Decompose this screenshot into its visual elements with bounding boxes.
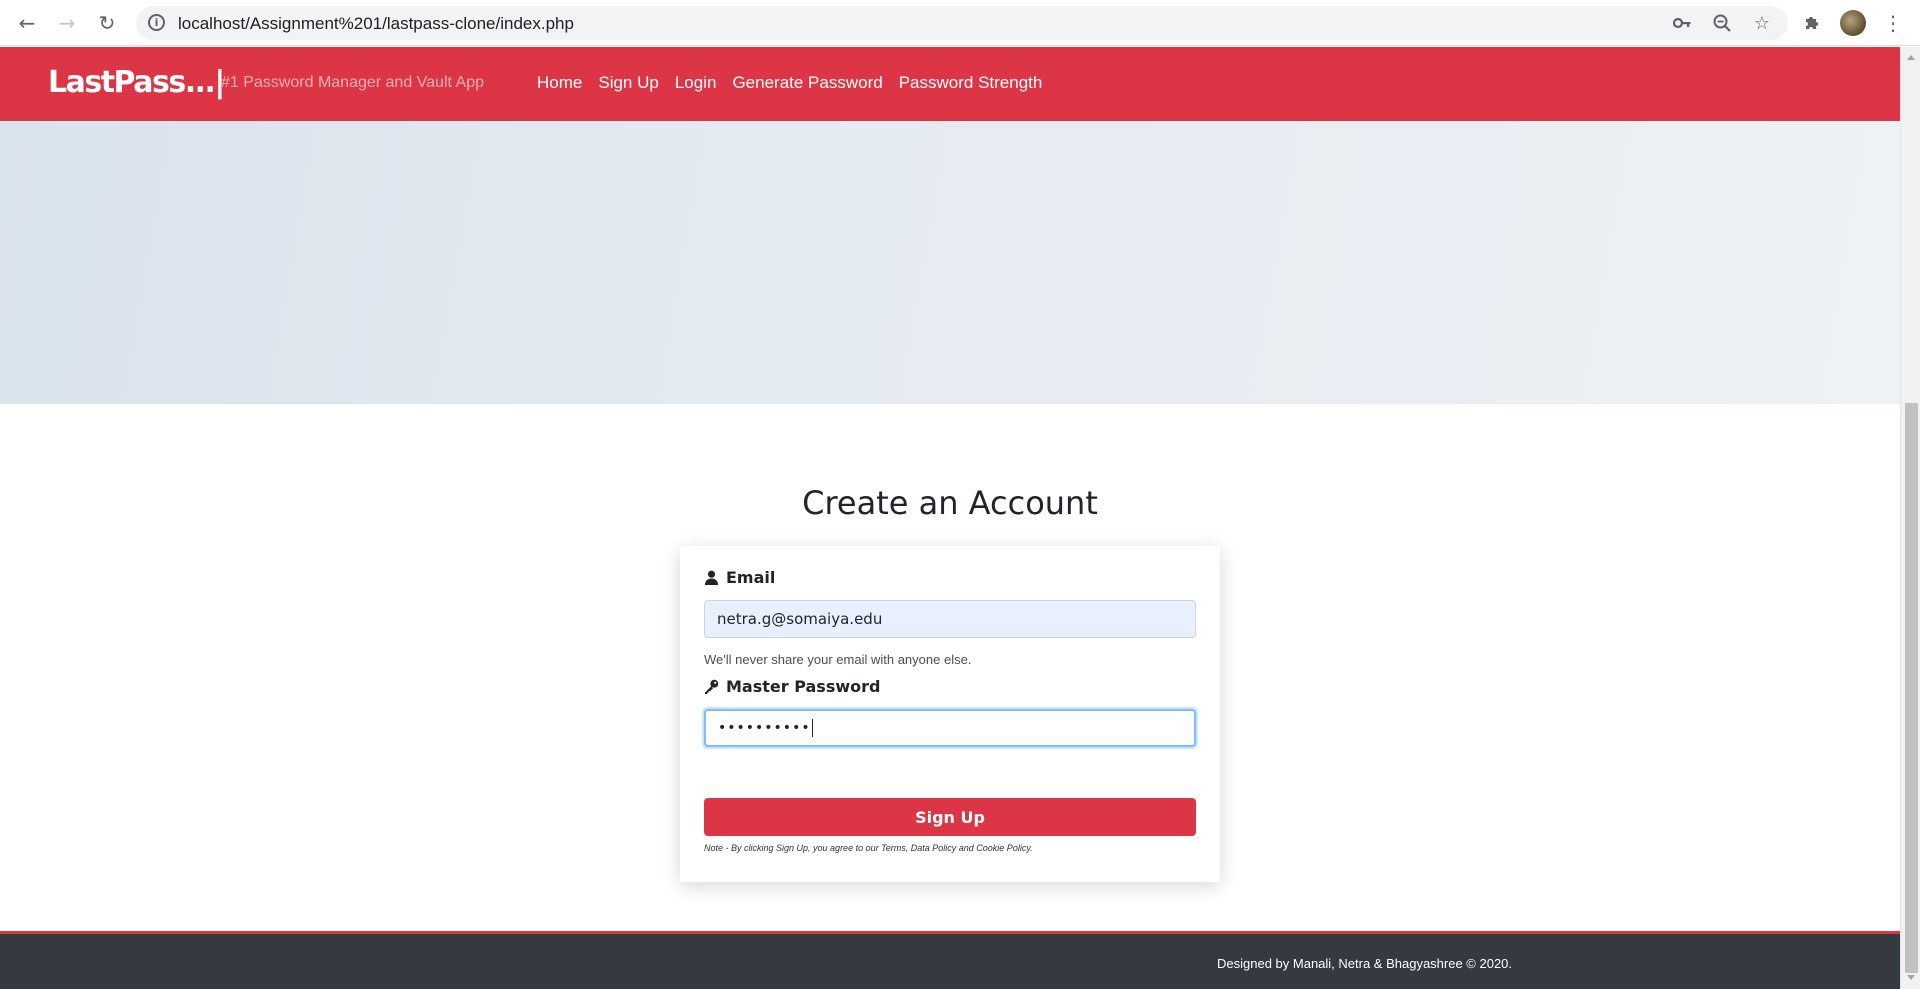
footer: Designed by Manali, Netra & Bhagyashree … [0, 931, 1900, 989]
kebab-menu-icon[interactable]: ⋮ [1880, 10, 1906, 36]
key-icon [704, 679, 719, 694]
footer-credits: Designed by Manali, Netra & Bhagyashree … [1217, 956, 1513, 971]
email-label: Email [726, 568, 776, 587]
nav-link-home[interactable]: Home [537, 73, 582, 93]
user-icon [704, 570, 719, 585]
page-viewport: LastPass...| #1 Password Manager and Vau… [0, 47, 1900, 989]
profile-avatar[interactable] [1840, 10, 1866, 36]
puzzle-icon[interactable] [1799, 10, 1825, 36]
reload-icon[interactable]: ↻ [94, 10, 120, 36]
key-icon[interactable] [1670, 12, 1694, 34]
email-field[interactable]: netra.g@somaiya.edu [704, 600, 1196, 638]
info-icon[interactable]: i [148, 14, 165, 31]
email-label-group: Email [704, 568, 775, 587]
browser-toolbar: ← → ↻ i localhost/Assignment%201/lastpas… [0, 0, 1920, 46]
email-value: netra.g@somaiya.edu [717, 610, 883, 628]
back-icon[interactable]: ← [14, 10, 40, 36]
star-icon[interactable]: ☆ [1750, 12, 1774, 34]
nav-links: Home Sign Up Login Generate Password Pas… [537, 73, 1042, 93]
nav-link-password-strength[interactable]: Password Strength [899, 73, 1043, 93]
scroll-down-icon[interactable] [1907, 975, 1915, 980]
nav-link-sign-up[interactable]: Sign Up [598, 73, 658, 93]
forward-icon[interactable]: → [54, 10, 80, 36]
zoom-out-icon[interactable] [1710, 12, 1734, 34]
scroll-thumb[interactable] [1905, 403, 1918, 973]
nav-link-generate-password[interactable]: Generate Password [732, 73, 882, 93]
master-password-field[interactable]: •••••••••• [704, 709, 1196, 747]
email-help-text: We'll never share your email with anyone… [704, 652, 972, 667]
navbar: LastPass...| #1 Password Manager and Vau… [0, 47, 1900, 121]
hero-banner [0, 121, 1900, 404]
sign-up-button[interactable]: Sign Up [704, 798, 1196, 836]
url-text[interactable]: localhost/Assignment%201/lastpass-clone/… [178, 14, 574, 34]
password-value: •••••••••• [718, 720, 811, 736]
brand-tagline: #1 Password Manager and Vault App [221, 74, 484, 91]
address-bar[interactable]: i localhost/Assignment%201/lastpass-clon… [136, 6, 1788, 40]
password-label-group: Master Password [704, 677, 880, 696]
nav-link-login[interactable]: Login [675, 73, 717, 93]
signup-form-card: Email netra.g@somaiya.edu We'll never sh… [680, 546, 1220, 882]
page-title: Create an Account [802, 484, 1098, 522]
brand-logo[interactable]: LastPass...| [48, 65, 225, 100]
password-label: Master Password [726, 677, 881, 696]
scroll-up-icon[interactable] [1907, 55, 1915, 60]
text-caret [811, 719, 813, 737]
terms-note: Note - By clicking Sign Up, you agree to… [704, 843, 1033, 853]
page-scrollbar[interactable] [1900, 47, 1920, 989]
